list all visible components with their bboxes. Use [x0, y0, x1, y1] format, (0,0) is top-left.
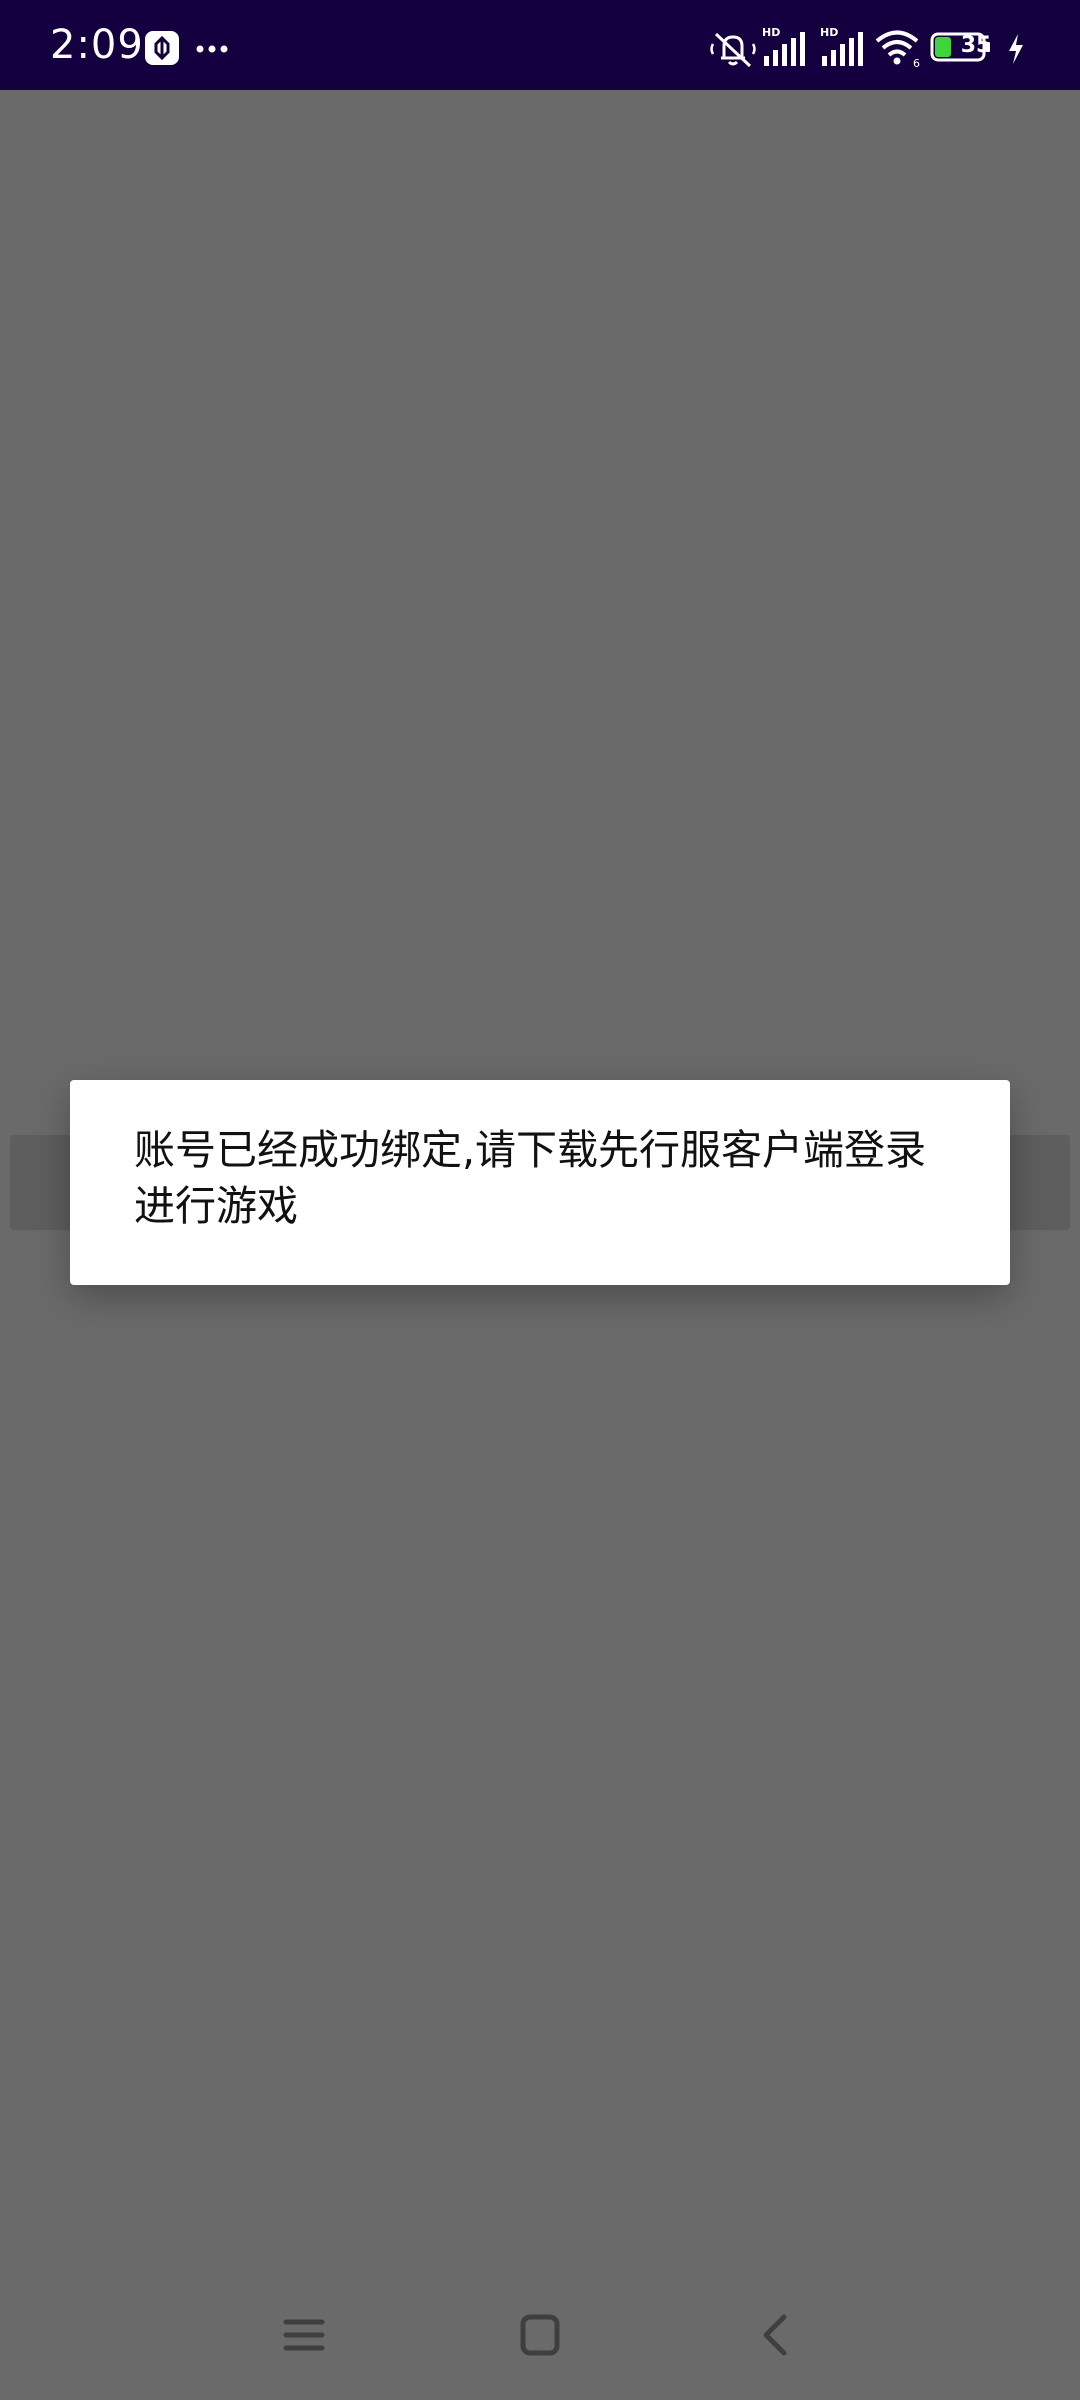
status-time: 2:09 [50, 22, 144, 68]
charging-icon [1009, 34, 1023, 64]
status-bar: 2:09 HD HD 6 35 [0, 0, 1080, 90]
mute-icon [710, 32, 756, 68]
signal-icon: HD [762, 26, 805, 66]
home-icon[interactable] [516, 2312, 564, 2358]
more-dots-icon [196, 45, 228, 53]
wifi-icon: 6 [875, 30, 920, 68]
svg-text:6: 6 [913, 57, 920, 68]
status-icons: HD HD 6 [680, 0, 1080, 90]
menu-icon[interactable] [280, 2312, 328, 2358]
navigation-bar [0, 2290, 1080, 2380]
svg-text:HD: HD [820, 26, 838, 39]
message-dialog[interactable]: 账号已经成功绑定,请下载先行服客户端登录进行游戏 [70, 1080, 1010, 1285]
battery-level: 35 [960, 33, 992, 58]
svg-text:HD: HD [762, 26, 780, 39]
signal-icon: HD [820, 26, 863, 66]
screen: 2:09 HD HD 6 35 账号已经成功绑定,请下载先行服客户端登录进行游戏 [0, 0, 1080, 2400]
back-icon[interactable] [752, 2312, 800, 2358]
app-notification-icon [145, 31, 179, 65]
dialog-message: 账号已经成功绑定,请下载先行服客户端登录进行游戏 [134, 1126, 927, 1230]
